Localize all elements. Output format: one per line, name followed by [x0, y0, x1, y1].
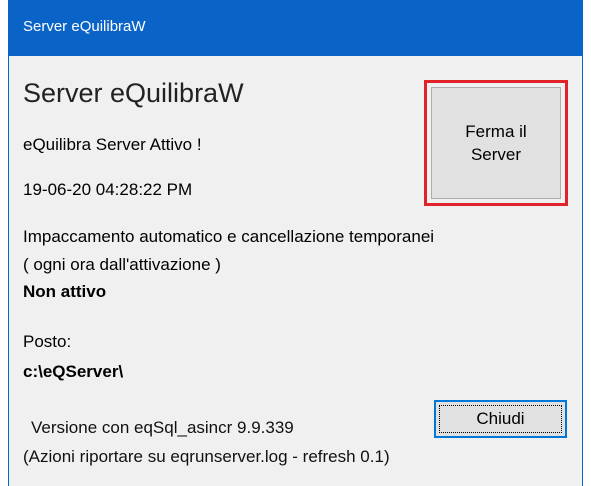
log-note-text: (Azioni riportare su eqrunserver.log - r… [23, 447, 390, 466]
close-button[interactable]: Chiudi [434, 400, 567, 438]
page-title: Server eQuilibraW [23, 78, 244, 108]
window-title: Server eQuilibraW [23, 18, 146, 35]
location-label: Posto: [23, 332, 72, 351]
close-button-label: Chiudi [439, 405, 562, 433]
stop-button-highlight: Ferma il Server [424, 80, 568, 206]
stop-button-label-line1: Ferma il [465, 122, 527, 141]
title-bar[interactable]: Server eQuilibraW [9, 0, 582, 56]
auto-pack-note: ( ogni ora dall'attivazione ) [23, 255, 221, 274]
dialog-content: Server eQuilibraW eQuilibra Server Attiv… [9, 56, 582, 486]
stop-button-label-line2: Server [470, 145, 522, 164]
server-status-text: eQuilibra Server Attivo ! [23, 135, 202, 154]
auto-pack-state: Non attivo [23, 282, 107, 301]
auto-pack-label: Impaccamento automatico e cancellazione … [23, 227, 435, 246]
timestamp-text: 19-06-20 04:28:22 PM [23, 180, 193, 199]
location-path: c:\eQServer\ [23, 362, 124, 381]
app-window: Server eQuilibraW Server eQuilibraW eQui… [8, 0, 583, 486]
stop-server-button[interactable]: Ferma il Server [431, 87, 561, 199]
version-text: Versione con eqSql_asincr 9.9.339 [31, 418, 294, 437]
